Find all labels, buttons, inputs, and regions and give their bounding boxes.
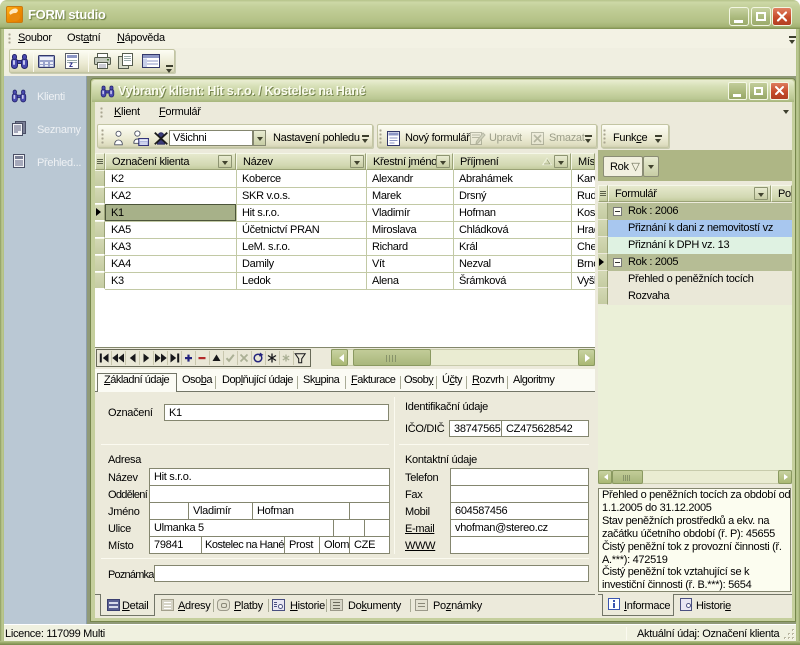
svg-text:z: z <box>69 60 73 69</box>
